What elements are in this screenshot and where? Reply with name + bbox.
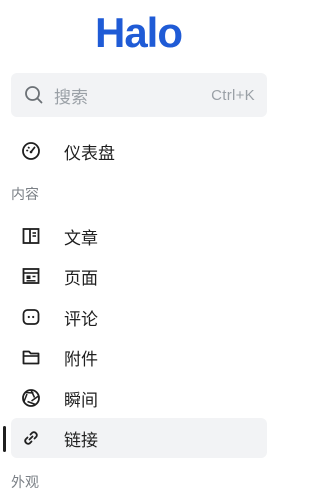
nav-item-moments[interactable]: 瞬间 [11, 378, 267, 418]
search-box[interactable]: 搜索 Ctrl+K [11, 73, 267, 117]
nav-group-content: 内容 [11, 187, 39, 203]
search-icon [24, 85, 44, 105]
nav-item-pages[interactable]: 页面 [11, 256, 267, 296]
nav-item-label: 附件 [64, 349, 98, 370]
halo-logo[interactable]: Halo [0, 8, 277, 58]
nav-item-label: 评论 [64, 309, 98, 330]
active-indicator [3, 426, 6, 452]
nav-item-comments[interactable]: 评论 [11, 297, 267, 337]
nav-item-dashboard[interactable]: 仪表盘 [11, 131, 267, 171]
nav-item-label: 页面 [64, 268, 98, 289]
gauge-icon [21, 141, 41, 161]
comment-icon [21, 307, 41, 327]
nav-group-appearance: 外观 [11, 475, 39, 491]
nav-item-links[interactable]: 链接 [11, 418, 267, 458]
page-icon [21, 266, 41, 286]
nav-item-label: 仪表盘 [64, 143, 115, 164]
book-icon [21, 226, 41, 246]
nav-item-label: 链接 [64, 430, 98, 451]
nav-item-posts[interactable]: 文章 [11, 216, 267, 256]
link-icon [21, 428, 41, 448]
nav-item-attachments[interactable]: 附件 [11, 337, 267, 377]
folder-icon [21, 347, 41, 367]
nav-item-label: 瞬间 [64, 390, 98, 411]
nav-item-label: 文章 [64, 228, 98, 249]
search-placeholder: 搜索 [54, 87, 88, 108]
sidebar: Halo 搜索 Ctrl+K 仪表盘 内容 文章 页面 评论 附件 瞬间 链接 … [0, 0, 277, 500]
search-shortcut-hint: Ctrl+K [211, 86, 255, 104]
aperture-icon [21, 388, 41, 408]
